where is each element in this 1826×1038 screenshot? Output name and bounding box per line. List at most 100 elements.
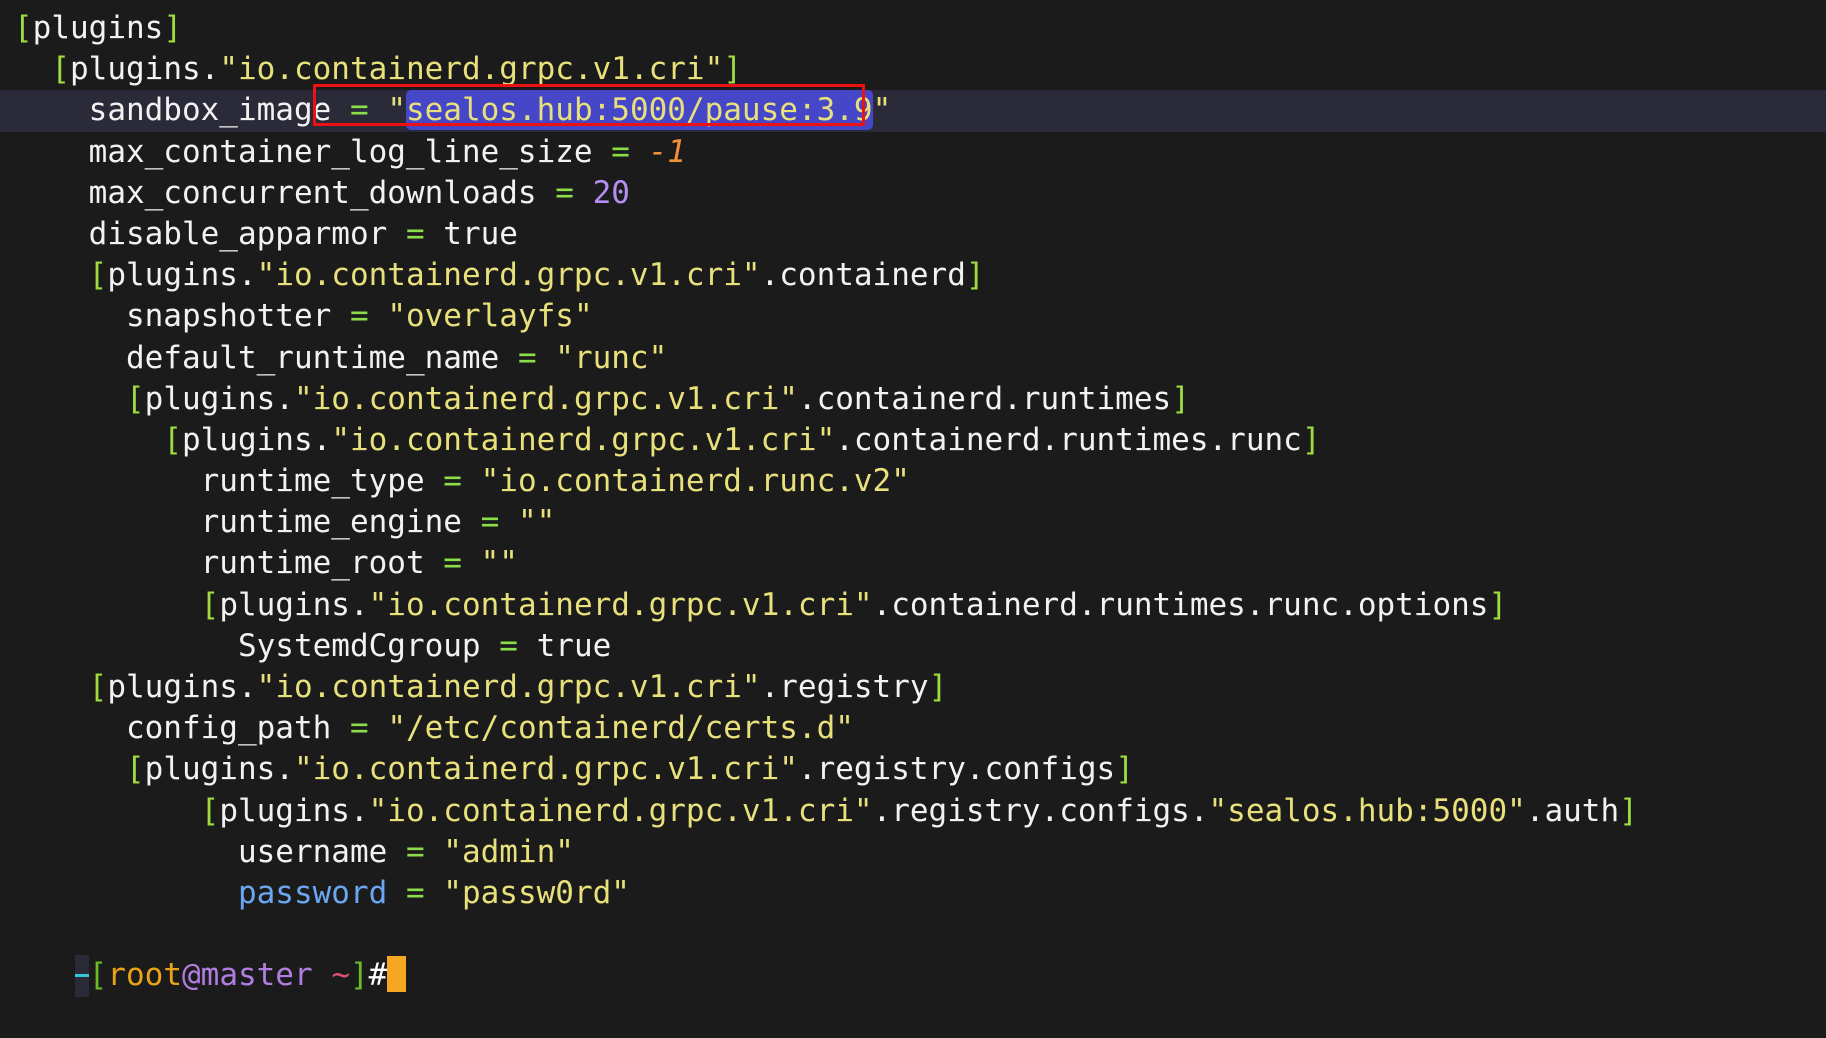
- token-dot: .: [349, 586, 369, 623]
- token-key: runtime_engine: [200, 504, 462, 541]
- code-line: [plugins."io.containerd.grpc.v1.cri"]: [0, 49, 1826, 90]
- token-key: snapshotter: [125, 298, 332, 335]
- token-bracket: [: [200, 586, 220, 623]
- token-eq: =: [611, 133, 630, 170]
- token-dot: .registry.configs: [797, 751, 1116, 788]
- token-bracket: ]: [1619, 792, 1638, 829]
- token-eq: =: [405, 215, 425, 252]
- token-key: SystemdCgroup: [237, 627, 481, 664]
- token-bracket: [: [88, 257, 108, 294]
- code-line: [plugins."io.containerd.grpc.v1.cri".reg…: [0, 749, 1826, 790]
- token-eq: =: [555, 174, 574, 211]
- token-bracket: [: [125, 380, 145, 417]
- token-bracket: [: [88, 669, 108, 705]
- code-line: runtime_engine = "": [0, 502, 1826, 543]
- token-key: runtime_root: [200, 545, 425, 582]
- token-bracket: ]: [723, 51, 742, 88]
- token-dot: .: [200, 51, 220, 88]
- token-key: config_path: [125, 710, 332, 747]
- code-line: snapshotter = "overlayfs": [0, 296, 1826, 337]
- token-key: plugins: [107, 669, 238, 705]
- token-eq: =: [405, 833, 425, 870]
- token-key: disable_apparmor: [88, 215, 388, 252]
- token-string: "io.containerd.grpc.v1.cri": [293, 380, 798, 417]
- prompt-hostname: master: [200, 957, 313, 994]
- token-string: "passw0rd": [443, 874, 630, 911]
- code-line: runtime_root = "": [0, 543, 1826, 584]
- token-eq: =: [517, 339, 537, 376]
- token-bracket: ]: [1115, 751, 1134, 788]
- code-line: [plugins."io.containerd.grpc.v1.cri".reg…: [0, 791, 1826, 832]
- token-dot: .: [349, 792, 369, 829]
- code-line: [plugins."io.containerd.grpc.v1.cri".con…: [0, 379, 1826, 420]
- token-string: "io.containerd.grpc.v1.cri": [331, 421, 836, 458]
- token-eq: =: [480, 504, 500, 541]
- token-string-sel[interactable]: sealos.hub:5000/pause:3.9: [405, 90, 873, 131]
- token-dot: .containerd: [760, 257, 966, 294]
- code-line: [plugins."io.containerd.grpc.v1.cri".con…: [0, 255, 1826, 296]
- token-bracket: ]: [1301, 421, 1321, 458]
- token-string: "": [517, 504, 556, 541]
- token-dot: .registry.configs.: [872, 792, 1209, 829]
- token-bracket: [: [51, 51, 70, 88]
- token-eq: =: [349, 298, 369, 335]
- token-key: plugins: [219, 586, 350, 623]
- token-eq: =: [443, 545, 462, 582]
- token-dot: .containerd.runtimes.runc.options: [872, 586, 1489, 623]
- token-key: plugins: [144, 751, 276, 788]
- code-line: default_runtime_name = "runc": [0, 338, 1826, 379]
- token-string: "io.containerd.grpc.v1.cri": [256, 257, 761, 294]
- token-key: default_runtime_name: [125, 339, 500, 376]
- token-dot: .auth: [1525, 792, 1620, 829]
- code-line: [plugins."io.containerd.grpc.v1.cri".con…: [0, 420, 1826, 461]
- token-num: 20: [592, 174, 630, 211]
- shell-prompt-line[interactable]: [root@master ~]#: [0, 914, 1826, 997]
- token-string: "io.containerd.grpc.v1.cri": [256, 669, 761, 705]
- token-dot: .: [275, 751, 294, 788]
- token-key: username: [237, 833, 388, 870]
- token-key: plugins: [70, 51, 201, 88]
- token-dot: .containerd.runtimes: [797, 380, 1172, 417]
- token-key: plugins: [219, 792, 350, 829]
- gutter-cyan-marker-icon: [74, 955, 89, 997]
- token-string: ": [387, 92, 406, 129]
- token-string: "io.containerd.runc.v2": [480, 463, 910, 500]
- token-key: max_container_log_line_size: [88, 133, 593, 170]
- token-bracket: ]: [965, 257, 985, 294]
- token-dot: .containerd.runtimes.runc: [835, 421, 1302, 458]
- prompt-at-symbol: @: [181, 957, 201, 994]
- terminal-window[interactable]: [plugins] [plugins."io.containerd.grpc.v…: [0, 0, 1826, 997]
- code-line: [plugins."io.containerd.grpc.v1.cri".reg…: [0, 667, 1826, 708]
- token-dot: .: [237, 669, 257, 705]
- token-eq: =: [349, 92, 369, 129]
- token-string: "io.containerd.grpc.v1.cri": [293, 751, 798, 788]
